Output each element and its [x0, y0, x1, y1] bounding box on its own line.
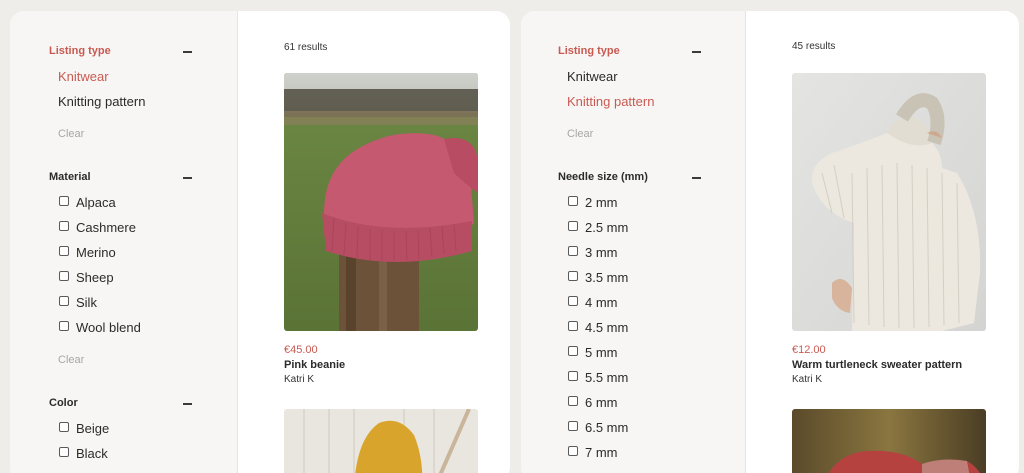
checkbox[interactable]	[59, 321, 69, 331]
checkbox[interactable]	[59, 221, 69, 231]
checkbox[interactable]	[59, 271, 69, 281]
needle-option-6mm[interactable]: 6 mm	[568, 390, 701, 415]
collapse-minus-icon[interactable]	[183, 51, 192, 53]
needle-option-2mm[interactable]: 2 mm	[568, 190, 701, 215]
listing-type-filter: Listing type Knitwear Knitting pattern C…	[49, 45, 192, 140]
clear-material-button[interactable]: Clear	[58, 354, 192, 366]
product-image-turtleneck-sweater[interactable]	[792, 73, 986, 331]
checkbox[interactable]	[568, 346, 578, 356]
product-card[interactable]: €12.00 Warm turtleneck sweater pattern K…	[792, 73, 986, 385]
listing-option-knitwear[interactable]: Knitwear	[567, 64, 701, 89]
needle-option-4-5mm[interactable]: 4.5 mm	[568, 315, 701, 340]
checkbox[interactable]	[568, 396, 578, 406]
collapse-minus-icon[interactable]	[692, 51, 701, 53]
product-image-yellow-knit[interactable]	[284, 409, 478, 473]
needle-size-filter: Needle size (mm) 2 mm 2.5 mm 3 mm 3.5 mm…	[558, 171, 701, 465]
needle-option-6-5mm[interactable]: 6.5 mm	[568, 415, 701, 440]
color-option-beige[interactable]: Beige	[59, 416, 192, 441]
clear-listing-type-button[interactable]: Clear	[567, 128, 701, 140]
listing-option-knitting-pattern[interactable]: Knitting pattern	[58, 89, 192, 114]
results-count: 45 results	[792, 41, 836, 52]
checkbox[interactable]	[59, 422, 69, 432]
product-title[interactable]: Warm turtleneck sweater pattern	[792, 359, 986, 371]
checkbox[interactable]	[59, 196, 69, 206]
color-heading[interactable]: Color	[49, 397, 192, 411]
product-title[interactable]: Pink beanie	[284, 359, 478, 371]
checkbox[interactable]	[568, 196, 578, 206]
results-area: 45 results €12.00 Warm turtleneck sweate…	[746, 11, 1019, 473]
listing-option-knitting-pattern[interactable]: Knitting pattern	[567, 89, 701, 114]
listing-type-heading[interactable]: Listing type	[49, 45, 192, 59]
product-price: €12.00	[792, 344, 826, 356]
product-author[interactable]: Katri K	[284, 374, 478, 385]
needle-option-3-5mm[interactable]: 3.5 mm	[568, 265, 701, 290]
needle-option-2-5mm[interactable]: 2.5 mm	[568, 215, 701, 240]
product-image-pink-beanie[interactable]	[284, 73, 478, 331]
checkbox[interactable]	[568, 296, 578, 306]
checkbox[interactable]	[568, 221, 578, 231]
collapse-minus-icon[interactable]	[183, 177, 192, 179]
collapse-minus-icon[interactable]	[692, 177, 701, 179]
color-filter: Color Beige Black	[49, 397, 192, 466]
material-option-alpaca[interactable]: Alpaca	[59, 190, 192, 215]
product-price: €45.00	[284, 344, 318, 356]
material-option-merino[interactable]: Merino	[59, 240, 192, 265]
material-option-silk[interactable]: Silk	[59, 290, 192, 315]
checkbox[interactable]	[59, 296, 69, 306]
checkbox[interactable]	[59, 447, 69, 457]
material-heading[interactable]: Material	[49, 171, 192, 185]
product-image-red-knit[interactable]	[792, 409, 986, 473]
needle-option-4mm[interactable]: 4 mm	[568, 290, 701, 315]
checkbox[interactable]	[568, 271, 578, 281]
material-option-wool-blend[interactable]: Wool blend	[59, 315, 192, 340]
needle-option-5-5mm[interactable]: 5.5 mm	[568, 365, 701, 390]
color-option-black[interactable]: Black	[59, 441, 192, 466]
collapse-minus-icon[interactable]	[183, 403, 192, 405]
results-count: 61 results	[284, 42, 328, 53]
clear-listing-type-button[interactable]: Clear	[58, 128, 192, 140]
filter-sidebar: Listing type Knitwear Knitting pattern C…	[10, 11, 238, 473]
checkbox[interactable]	[59, 246, 69, 256]
needle-option-3mm[interactable]: 3 mm	[568, 240, 701, 265]
knitwear-listing-panel: Listing type Knitwear Knitting pattern C…	[10, 11, 510, 473]
product-author[interactable]: Katri K	[792, 374, 986, 385]
material-option-sheep[interactable]: Sheep	[59, 265, 192, 290]
checkbox[interactable]	[568, 246, 578, 256]
listing-type-filter: Listing type Knitwear Knitting pattern C…	[558, 45, 701, 140]
needle-size-heading[interactable]: Needle size (mm)	[558, 171, 701, 185]
needle-option-5mm[interactable]: 5 mm	[568, 340, 701, 365]
filter-sidebar: Listing type Knitwear Knitting pattern C…	[521, 11, 746, 473]
checkbox[interactable]	[568, 371, 578, 381]
pattern-listing-panel: Listing type Knitwear Knitting pattern C…	[521, 11, 1019, 473]
material-option-cashmere[interactable]: Cashmere	[59, 215, 192, 240]
checkbox[interactable]	[568, 446, 578, 456]
listing-type-heading[interactable]: Listing type	[558, 45, 701, 59]
material-filter: Material Alpaca Cashmere Merino Sheep Si…	[49, 171, 192, 366]
checkbox[interactable]	[568, 421, 578, 431]
needle-option-7mm[interactable]: 7 mm	[568, 440, 701, 465]
product-card[interactable]: €45.00 Pink beanie Katri K	[284, 73, 478, 385]
checkbox[interactable]	[568, 321, 578, 331]
results-area: 61 results €45.00 Pink beanie Katri K	[238, 11, 510, 473]
listing-option-knitwear[interactable]: Knitwear	[58, 64, 192, 89]
